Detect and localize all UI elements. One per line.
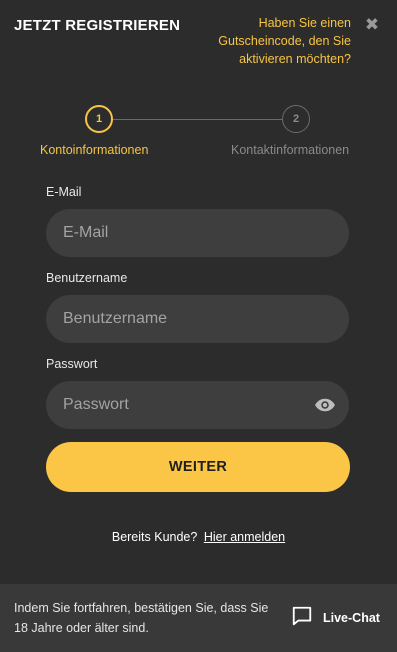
close-icon[interactable]: ✖ xyxy=(362,15,382,35)
login-prompt-text: Bereits Kunde? xyxy=(111,530,198,544)
eye-icon[interactable] xyxy=(314,396,336,414)
login-prompt-row: Bereits Kunde? Hier anmelden xyxy=(0,530,397,544)
footer-bar: Indem Sie fortfahren, bestätigen Sie, da… xyxy=(0,584,397,652)
username-label: Benutzername xyxy=(46,271,128,285)
step-1-label: Kontoinformationen xyxy=(40,143,149,157)
password-label: Passwort xyxy=(46,357,98,371)
modal-title: JETZT REGISTRIEREN xyxy=(14,17,181,34)
registration-modal: JETZT REGISTRIEREN Haben Sie einen Gutsc… xyxy=(0,0,397,652)
login-link[interactable]: Hier anmelden xyxy=(204,530,285,544)
username-field[interactable] xyxy=(46,295,349,343)
password-field[interactable] xyxy=(46,381,349,429)
step-2-indicator: 2 xyxy=(282,105,310,133)
email-label: E-Mail xyxy=(46,185,82,199)
promo-code-link[interactable]: Haben Sie einen Gutscheincode, den Sie a… xyxy=(191,14,351,68)
step-1-indicator: 1 xyxy=(85,105,113,133)
continue-button[interactable]: WEITER xyxy=(46,442,350,492)
chat-bubble-icon xyxy=(291,605,313,632)
step-2-label: Kontaktinformationen xyxy=(231,143,350,157)
age-notice: Indem Sie fortfahren, bestätigen Sie, da… xyxy=(14,601,269,635)
live-chat-label: Live-Chat xyxy=(323,611,380,625)
email-field[interactable] xyxy=(46,209,349,257)
stepper-connector xyxy=(113,119,282,120)
live-chat-button[interactable]: Live-Chat xyxy=(291,606,380,630)
